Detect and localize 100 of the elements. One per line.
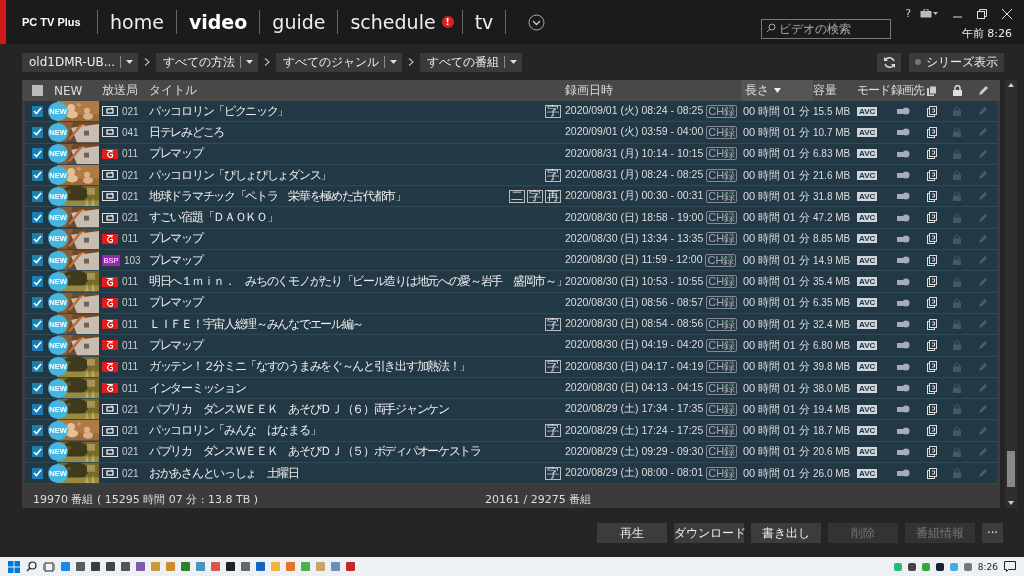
row-checkbox[interactable]: [32, 105, 43, 117]
storage-icon: [897, 447, 910, 456]
duration-text: 00 時間 01 分: [743, 337, 810, 353]
row-checkbox[interactable]: [32, 446, 43, 458]
pencil-icon[interactable]: [978, 85, 989, 96]
chevron-icon: [144, 58, 151, 66]
row-checkbox[interactable]: [32, 318, 43, 330]
channel-number: 103: [124, 254, 141, 266]
select-all-checkbox[interactable]: [32, 85, 43, 96]
copy-icon[interactable]: [927, 425, 937, 437]
row-checkbox[interactable]: [32, 361, 43, 373]
nav-tab[interactable]: home: [106, 11, 168, 33]
copy-icon[interactable]: [927, 169, 937, 181]
storage-icon: [897, 320, 910, 329]
row-checkbox[interactable]: [32, 276, 43, 287]
row-checkbox[interactable]: [32, 297, 43, 309]
row-checkbox[interactable]: [32, 212, 43, 224]
nav-tab[interactable]: video: [184, 11, 252, 33]
search-icon[interactable]: [26, 561, 37, 572]
row-checkbox[interactable]: [32, 339, 43, 351]
column-header[interactable]: 録画日時: [565, 82, 613, 99]
nav-tab[interactable]: guide: [268, 11, 330, 33]
scroll-down-icon[interactable]: [1008, 501, 1014, 505]
channel-record-tag: CH録: [706, 424, 738, 438]
copy-icon[interactable]: [927, 126, 937, 138]
windows-start-icon[interactable]: [8, 560, 20, 573]
row-checkbox[interactable]: [32, 403, 43, 415]
column-header[interactable]: 放送局: [102, 82, 138, 99]
brand-stripe: [0, 0, 6, 44]
copy-icon[interactable]: [927, 339, 937, 351]
caret-icon[interactable]: [510, 60, 518, 64]
caret-icon[interactable]: [126, 60, 134, 64]
row-checkbox[interactable]: [32, 169, 43, 181]
toolbox-icon[interactable]: [920, 9, 938, 18]
task-view-icon[interactable]: [43, 561, 55, 572]
copy-icon[interactable]: [927, 254, 937, 266]
codec-tag: AVC: [857, 362, 878, 372]
copy-icon[interactable]: [927, 212, 937, 224]
close-icon[interactable]: [1002, 8, 1012, 19]
channel-record-tag: CH録: [706, 360, 738, 374]
lock-icon[interactable]: [953, 85, 962, 96]
recording-date: 2020/09/01 (火) 03:59 - 04:00: [565, 125, 704, 140]
search-field[interactable]: ビデオの検索: [761, 19, 892, 39]
copy-icon[interactable]: [927, 233, 937, 245]
copy-icon[interactable]: [927, 190, 937, 202]
column-header[interactable]: 録画先: [891, 82, 924, 99]
column-header[interactable]: 容量: [813, 82, 837, 99]
copy-icon[interactable]: [927, 403, 937, 415]
copy-icon[interactable]: [927, 85, 937, 96]
row-checkbox[interactable]: [32, 233, 43, 245]
scrollbar[interactable]: [1005, 80, 1017, 508]
duration-text: 00 時間 01 分: [743, 465, 810, 481]
row-checkbox[interactable]: [32, 467, 43, 479]
nav-tab[interactable]: schedule: [346, 11, 440, 33]
channel-record-tag: CH録: [705, 253, 737, 267]
column-header[interactable]: モード: [857, 82, 890, 99]
recording-date: 2020/08/30 (日) 04:13 - 04:15: [565, 381, 704, 395]
channel-record-tag: CH録: [706, 381, 738, 395]
copy-icon[interactable]: [927, 467, 937, 479]
duration-text: 00 時間 01 分: [743, 316, 810, 332]
scroll-up-icon[interactable]: [1008, 83, 1014, 87]
duration-text: 00 時間 01 分: [743, 274, 810, 289]
row-checkbox[interactable]: [32, 254, 43, 266]
program-title: プレマップ: [149, 337, 203, 353]
row-checkbox[interactable]: [32, 425, 43, 437]
broadcast-marks: 字: [545, 424, 562, 438]
copy-icon[interactable]: [927, 361, 937, 373]
help-button[interactable]: ?: [905, 7, 911, 20]
nav-tab[interactable]: tv: [470, 11, 498, 33]
refresh-icon[interactable]: [882, 55, 896, 69]
caret-icon[interactable]: [390, 60, 398, 64]
channel-record-tag: CH録: [706, 211, 738, 225]
series-toggle[interactable]: シリーズ表示: [909, 52, 1004, 72]
copy-icon[interactable]: [927, 148, 937, 160]
file-size: 21.6 MB: [813, 169, 851, 181]
scrollbar-thumb[interactable]: [1007, 451, 1015, 487]
copy-icon[interactable]: [927, 105, 937, 117]
action-button[interactable]: 書き出し: [751, 523, 821, 543]
column-header[interactable]: タイトル: [149, 82, 197, 99]
row-checkbox[interactable]: [32, 190, 43, 202]
copy-icon[interactable]: [927, 276, 937, 287]
column-header[interactable]: NEW: [54, 83, 83, 98]
program-title: パプリカ ダンスＷＥＥＫ あそびＤＪ（５）ボディパオーケストラ: [149, 444, 481, 460]
expand-icon[interactable]: [528, 13, 546, 31]
file-size: 6.80 MB: [813, 339, 851, 351]
recording-date: 2020/08/30 (日) 18:58 - 19:00: [565, 210, 704, 225]
restore-icon[interactable]: [977, 8, 987, 19]
row-checkbox[interactable]: [32, 126, 43, 138]
copy-icon[interactable]: [927, 446, 937, 458]
copy-icon[interactable]: [927, 297, 937, 309]
duration-text: 00 時間 01 分: [743, 252, 810, 268]
caret-icon[interactable]: [246, 60, 254, 64]
action-button[interactable]: 再生: [597, 523, 667, 543]
copy-icon[interactable]: [927, 382, 937, 394]
notification-icon[interactable]: [1004, 561, 1016, 572]
copy-icon[interactable]: [927, 318, 937, 330]
row-checkbox[interactable]: [32, 382, 43, 394]
row-checkbox[interactable]: [32, 148, 43, 160]
action-button[interactable]: ダウンロード: [674, 523, 744, 543]
more-button[interactable]: ···: [982, 523, 1003, 543]
